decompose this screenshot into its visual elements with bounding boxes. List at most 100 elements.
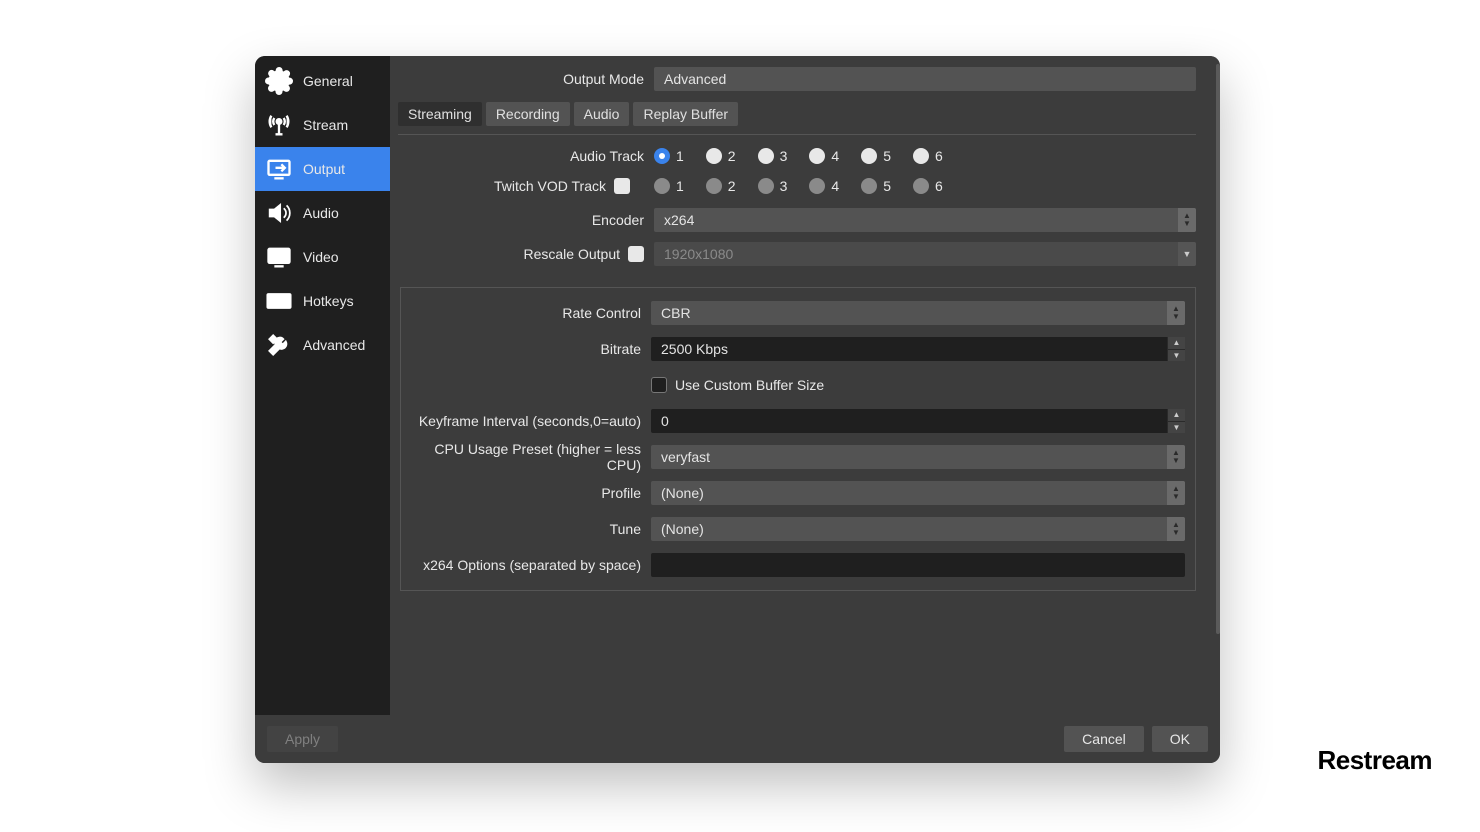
twitch-vod-radio-3 bbox=[758, 178, 774, 194]
encoder-label: Encoder bbox=[394, 212, 654, 228]
speaker-icon bbox=[265, 199, 293, 227]
main-panel: Output Mode Advanced Streaming Recording… bbox=[390, 56, 1220, 715]
encoder-select[interactable]: x264 ▲▼ bbox=[654, 208, 1196, 232]
chevron-down-icon: ▼ bbox=[1178, 242, 1196, 266]
audio-track-radio-2[interactable] bbox=[706, 148, 722, 164]
cpu-preset-label: CPU Usage Preset (higher = less CPU) bbox=[401, 441, 651, 473]
x264-opts-input[interactable] bbox=[651, 553, 1185, 577]
tune-select[interactable]: (None) ▲▼ bbox=[651, 517, 1185, 541]
audio-track-row: Audio Track 1 2 3 4 5 6 bbox=[394, 141, 1216, 171]
encoder-row: Encoder x264 ▲▼ bbox=[394, 205, 1216, 235]
encoder-settings-panel: Rate Control CBR ▲▼ Bitrate 2500 Kbps ▲▼ bbox=[400, 287, 1196, 591]
twitch-vod-label: Twitch VOD Track bbox=[494, 178, 606, 194]
tune-label: Tune bbox=[401, 521, 651, 537]
bitrate-label: Bitrate bbox=[401, 341, 651, 357]
twitch-vod-row: Twitch VOD Track 1 2 3 4 5 6 bbox=[394, 171, 1216, 201]
select-spinner-icon: ▲▼ bbox=[1167, 301, 1185, 325]
monitor-icon bbox=[265, 243, 293, 271]
rescale-checkbox[interactable] bbox=[628, 246, 644, 262]
scrollbar-thumb[interactable] bbox=[1216, 64, 1220, 634]
custom-buffer-label: Use Custom Buffer Size bbox=[675, 377, 824, 393]
tab-recording[interactable]: Recording bbox=[486, 102, 570, 126]
twitch-vod-radio-6 bbox=[913, 178, 929, 194]
output-mode-label: Output Mode bbox=[394, 71, 654, 87]
profile-label: Profile bbox=[401, 485, 651, 501]
sidebar-label: General bbox=[303, 73, 353, 89]
x264-opts-label: x264 Options (separated by space) bbox=[401, 557, 651, 573]
watermark-logo: Restream bbox=[1317, 745, 1432, 776]
custom-buffer-row: Use Custom Buffer Size bbox=[401, 370, 1195, 400]
cpu-preset-select[interactable]: veryfast ▲▼ bbox=[651, 445, 1185, 469]
bitrate-input[interactable]: 2500 Kbps ▲▼ bbox=[651, 337, 1185, 361]
settings-window: General Stream Output Audio bbox=[255, 56, 1220, 763]
sidebar-item-hotkeys[interactable]: Hotkeys bbox=[255, 279, 390, 323]
sidebar-item-stream[interactable]: Stream bbox=[255, 103, 390, 147]
audio-track-radio-4[interactable] bbox=[809, 148, 825, 164]
twitch-vod-radio-5 bbox=[861, 178, 877, 194]
tab-replay-buffer[interactable]: Replay Buffer bbox=[633, 102, 738, 126]
rate-control-select[interactable]: CBR ▲▼ bbox=[651, 301, 1185, 325]
body: General Stream Output Audio bbox=[255, 56, 1220, 715]
sidebar-label: Video bbox=[303, 249, 339, 265]
sidebar-label: Advanced bbox=[303, 337, 365, 353]
sidebar-label: Output bbox=[303, 161, 345, 177]
footer: Apply Cancel OK bbox=[255, 715, 1220, 763]
rate-control-label: Rate Control bbox=[401, 305, 651, 321]
sidebar-item-audio[interactable]: Audio bbox=[255, 191, 390, 235]
rate-control-row: Rate Control CBR ▲▼ bbox=[401, 298, 1195, 328]
rescale-select: 1920x1080 ▼ bbox=[654, 242, 1196, 266]
divider bbox=[398, 134, 1196, 135]
tools-icon bbox=[265, 331, 293, 359]
tab-streaming[interactable]: Streaming bbox=[398, 102, 482, 126]
audio-track-radio-5[interactable] bbox=[861, 148, 877, 164]
tune-row: Tune (None) ▲▼ bbox=[401, 514, 1195, 544]
audio-track-radio-1[interactable] bbox=[654, 148, 670, 164]
bitrate-row: Bitrate 2500 Kbps ▲▼ bbox=[401, 334, 1195, 364]
audio-track-radio-3[interactable] bbox=[758, 148, 774, 164]
output-mode-value: Advanced bbox=[664, 71, 726, 87]
x264-opts-row: x264 Options (separated by space) bbox=[401, 550, 1195, 580]
number-stepper-icon[interactable]: ▲▼ bbox=[1167, 409, 1185, 433]
twitch-vod-radio-4 bbox=[809, 178, 825, 194]
keyframe-input[interactable]: 0 ▲▼ bbox=[651, 409, 1185, 433]
select-spinner-icon: ▲▼ bbox=[1167, 481, 1185, 505]
twitch-vod-radio-2 bbox=[706, 178, 722, 194]
number-stepper-icon[interactable]: ▲▼ bbox=[1167, 337, 1185, 361]
antenna-icon bbox=[265, 111, 293, 139]
cancel-button[interactable]: Cancel bbox=[1064, 726, 1144, 752]
output-mode-row: Output Mode Advanced bbox=[394, 64, 1216, 94]
select-spinner-icon: ▲▼ bbox=[1167, 445, 1185, 469]
encoder-value: x264 bbox=[664, 212, 694, 228]
twitch-vod-radio-1 bbox=[654, 178, 670, 194]
sidebar: General Stream Output Audio bbox=[255, 56, 390, 715]
cpu-preset-row: CPU Usage Preset (higher = less CPU) ver… bbox=[401, 442, 1195, 472]
custom-buffer-checkbox[interactable] bbox=[651, 377, 667, 393]
ok-button[interactable]: OK bbox=[1152, 726, 1208, 752]
sidebar-label: Hotkeys bbox=[303, 293, 354, 309]
select-spinner-icon: ▲▼ bbox=[1167, 517, 1185, 541]
tab-audio[interactable]: Audio bbox=[574, 102, 630, 126]
keyframe-row: Keyframe Interval (seconds,0=auto) 0 ▲▼ bbox=[401, 406, 1195, 436]
sidebar-item-general[interactable]: General bbox=[255, 59, 390, 103]
sidebar-item-video[interactable]: Video bbox=[255, 235, 390, 279]
keyboard-icon bbox=[265, 287, 293, 315]
output-tabs: Streaming Recording Audio Replay Buffer bbox=[398, 102, 1216, 126]
keyframe-label: Keyframe Interval (seconds,0=auto) bbox=[401, 413, 651, 429]
rescale-row: Rescale Output 1920x1080 ▼ bbox=[394, 239, 1216, 269]
sidebar-label: Stream bbox=[303, 117, 348, 133]
profile-select[interactable]: (None) ▲▼ bbox=[651, 481, 1185, 505]
output-icon bbox=[265, 155, 293, 183]
sidebar-item-advanced[interactable]: Advanced bbox=[255, 323, 390, 367]
gear-icon bbox=[265, 67, 293, 95]
sidebar-label: Audio bbox=[303, 205, 339, 221]
rescale-placeholder: 1920x1080 bbox=[664, 246, 733, 262]
twitch-vod-checkbox[interactable] bbox=[614, 178, 630, 194]
audio-track-label: Audio Track bbox=[394, 148, 654, 164]
rescale-label: Rescale Output bbox=[524, 246, 621, 262]
output-mode-select[interactable]: Advanced bbox=[654, 67, 1196, 91]
audio-track-radio-6[interactable] bbox=[913, 148, 929, 164]
apply-button: Apply bbox=[267, 726, 338, 752]
profile-row: Profile (None) ▲▼ bbox=[401, 478, 1195, 508]
sidebar-item-output[interactable]: Output bbox=[255, 147, 390, 191]
select-spinner-icon: ▲▼ bbox=[1178, 208, 1196, 232]
